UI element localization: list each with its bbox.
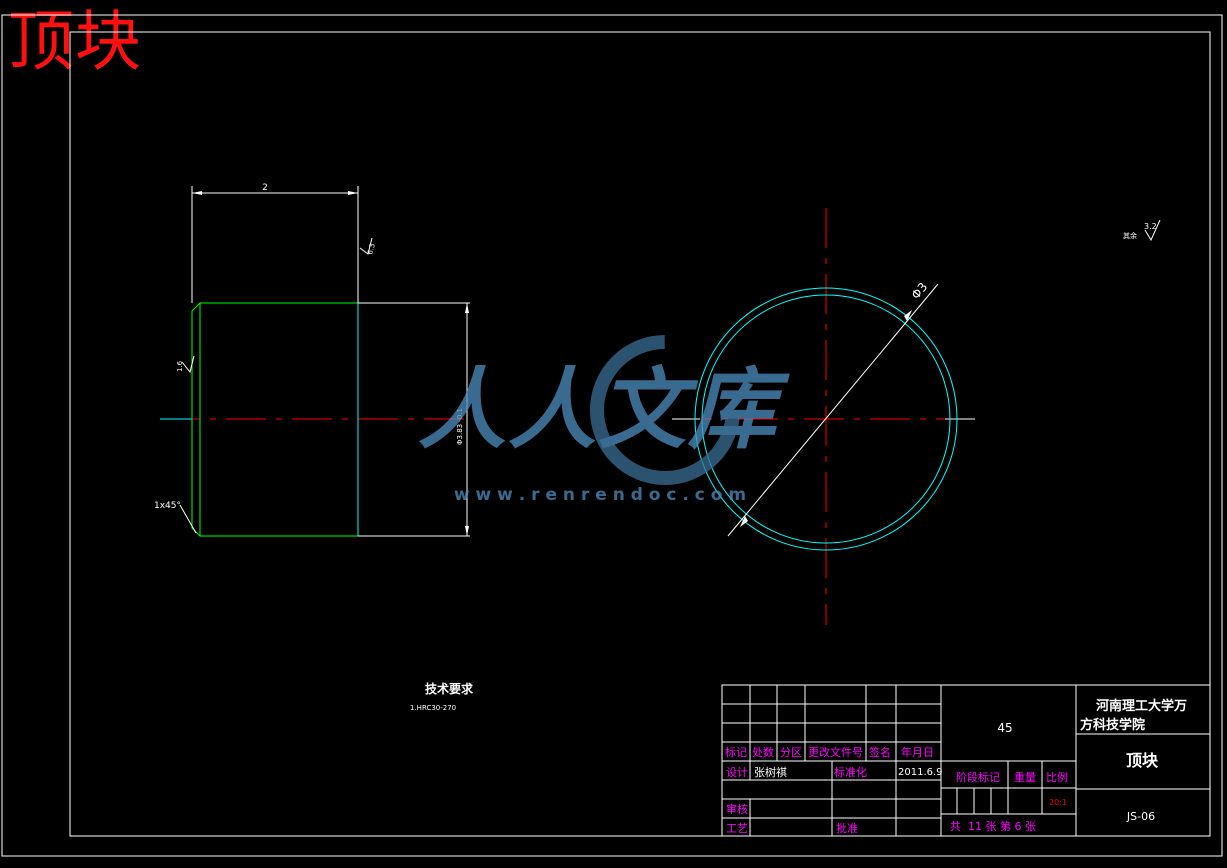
tb-school-line2: 方科技学院 <box>1080 717 1145 733</box>
tb-standardize: 标准化 <box>834 765 867 779</box>
tb-scale: 20:1 <box>1049 798 1067 807</box>
tb-school-line1: 河南理工大学万 <box>1096 698 1187 714</box>
tb-header-date: 年月日 <box>901 745 934 759</box>
tb-approve: 批准 <box>836 821 858 835</box>
tb-header-mark: 标记 <box>725 745 747 759</box>
tb-designer-name: 张树祺 <box>754 765 787 779</box>
tech-req-line1: 1.HRC30-270 <box>410 704 456 712</box>
tb-weight: 重量 <box>1014 770 1036 784</box>
tb-material: 45 <box>997 721 1012 735</box>
tb-header-doc: 更改文件号 <box>808 745 863 759</box>
roughness-symbol-top: 6.3 <box>359 237 377 256</box>
tb-designer-label: 设计 <box>726 766 748 779</box>
tb-design-date: 2011.6.9 <box>898 767 943 778</box>
front-outline <box>191 302 358 537</box>
svg-text:1.6: 1.6 <box>176 360 184 372</box>
tb-review: 审核 <box>726 802 748 816</box>
chamfer-label: 1x45° <box>154 501 181 511</box>
tb-process: 工艺 <box>726 822 748 835</box>
general-roughness-note: 其余 3.2 <box>1123 219 1161 242</box>
tb-stage-mark: 阶段标记 <box>956 770 1000 784</box>
tb-drawing-no: JS-06 <box>1126 810 1155 823</box>
tech-req-heading: 技术要求 <box>425 681 474 696</box>
svg-text:其余: 其余 <box>1123 231 1137 240</box>
watermark-url: w w w . r e n r e n d o c . c o m <box>454 485 746 505</box>
tb-ratio: 比例 <box>1046 770 1068 784</box>
tb-header-sign: 签名 <box>869 745 891 759</box>
dim-diameter-side: Φ3 <box>909 280 931 302</box>
tb-part-name: 顶块 <box>1126 751 1159 770</box>
svg-text:6.3: 6.3 <box>366 243 377 256</box>
tb-header-count: 处数 <box>752 746 774 759</box>
watermark: 人人文库 w w w . r e n r e n d o c . c o m <box>418 335 790 505</box>
tb-header-zone: 分区 <box>780 746 802 759</box>
svg-text:3.2: 3.2 <box>1144 222 1157 231</box>
cad-drawing-canvas: 2 Φ3.83 -0.1 1x45° 1.6 6.3 Φ3 其余 3.2 人人文… <box>1 14 1223 857</box>
watermark-brand: 人人文库 <box>418 358 790 461</box>
tb-sheet-info: 共 11 张 第 6 张 <box>950 819 1036 833</box>
dim-length: 2 <box>262 183 268 193</box>
roughness-symbol-left: 1.6 <box>176 355 195 374</box>
